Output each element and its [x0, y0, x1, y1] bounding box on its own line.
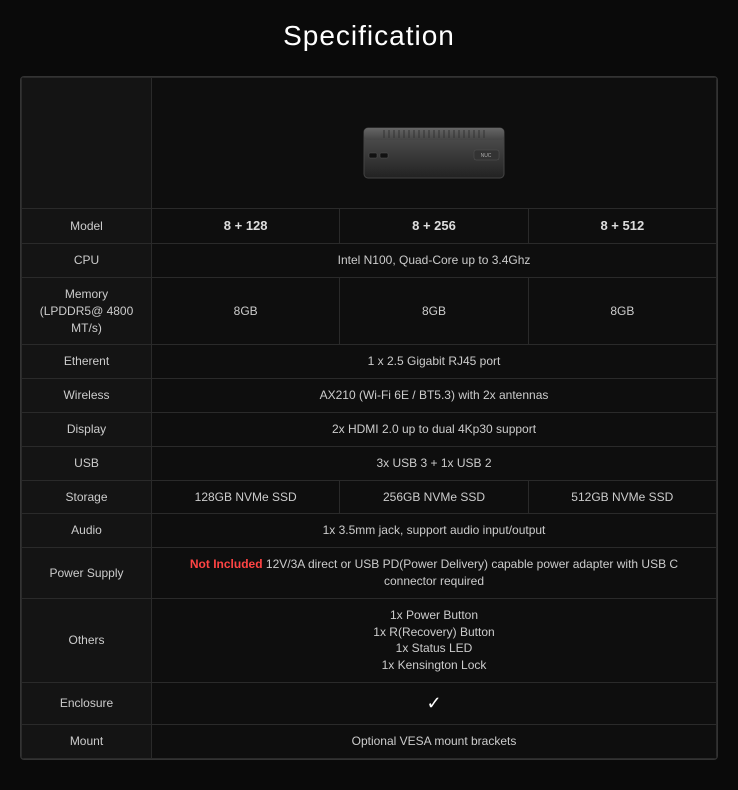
display-value: 2x HDMI 2.0 up to dual 4Kp30 support [152, 412, 717, 446]
ethernet-value: 1 x 2.5 Gigabit RJ45 port [152, 345, 717, 379]
storage-col1: 128GB NVMe SSD [152, 480, 340, 514]
image-label-cell [22, 78, 152, 209]
display-label: Display [22, 412, 152, 446]
storage-col3: 512GB NVMe SSD [528, 480, 716, 514]
page-container: Specification [0, 0, 738, 790]
power-supply-value: Not Included 12V/3A direct or USB PD(Pow… [152, 548, 717, 599]
usb-value: 3x USB 3 + 1x USB 2 [152, 446, 717, 480]
svg-text:NUC: NUC [481, 153, 492, 159]
enclosure-row: Enclosure ✓ [22, 682, 717, 724]
others-row: Others 1x Power Button 1x R(Recovery) Bu… [22, 598, 717, 682]
wireless-value: AX210 (Wi-Fi 6E / BT5.3) with 2x antenna… [152, 379, 717, 413]
memory-col1: 8GB [152, 277, 340, 344]
product-image-cell: NUC [152, 78, 717, 209]
memory-row: Memory (LPDDR5@ 4800 MT/s) 8GB 8GB 8GB [22, 277, 717, 344]
model-label: Model [22, 209, 152, 244]
mount-row: Mount Optional VESA mount brackets [22, 725, 717, 759]
power-supply-label: Power Supply [22, 548, 152, 599]
usb-row: USB 3x USB 3 + 1x USB 2 [22, 446, 717, 480]
storage-row: Storage 128GB NVMe SSD 256GB NVMe SSD 51… [22, 480, 717, 514]
mount-value: Optional VESA mount brackets [152, 725, 717, 759]
memory-col3: 8GB [528, 277, 716, 344]
product-image: NUC [334, 98, 534, 188]
cpu-label: CPU [22, 244, 152, 278]
others-value: 1x Power Button 1x R(Recovery) Button 1x… [152, 598, 717, 682]
memory-col2: 8GB [340, 277, 528, 344]
ethernet-row: Etherent 1 x 2.5 Gigabit RJ45 port [22, 345, 717, 379]
model-col2: 8 + 256 [340, 209, 528, 244]
mount-label: Mount [22, 725, 152, 759]
cpu-row: CPU Intel N100, Quad-Core up to 3.4Ghz [22, 244, 717, 278]
usb-label: USB [22, 446, 152, 480]
ethernet-label: Etherent [22, 345, 152, 379]
enclosure-value: ✓ [152, 682, 717, 724]
enclosure-checkmark: ✓ [426, 693, 441, 713]
spec-table-wrapper: NUC Model 8 + 128 8 + 256 8 + 512 CPU In… [20, 76, 718, 760]
display-row: Display 2x HDMI 2.0 up to dual 4Kp30 sup… [22, 412, 717, 446]
model-col1: 8 + 128 [152, 209, 340, 244]
page-title: Specification [20, 20, 718, 52]
image-row: NUC [22, 78, 717, 209]
power-supply-row: Power Supply Not Included 12V/3A direct … [22, 548, 717, 599]
audio-row: Audio 1x 3.5mm jack, support audio input… [22, 514, 717, 548]
others-label: Others [22, 598, 152, 682]
storage-col2: 256GB NVMe SSD [340, 480, 528, 514]
enclosure-label: Enclosure [22, 682, 152, 724]
wireless-label: Wireless [22, 379, 152, 413]
audio-value: 1x 3.5mm jack, support audio input/outpu… [152, 514, 717, 548]
wireless-row: Wireless AX210 (Wi-Fi 6E / BT5.3) with 2… [22, 379, 717, 413]
model-col3: 8 + 512 [528, 209, 716, 244]
cpu-value: Intel N100, Quad-Core up to 3.4Ghz [152, 244, 717, 278]
audio-label: Audio [22, 514, 152, 548]
spec-table: NUC Model 8 + 128 8 + 256 8 + 512 CPU In… [21, 77, 717, 759]
not-included-text: Not Included [190, 557, 263, 571]
model-row: Model 8 + 128 8 + 256 8 + 512 [22, 209, 717, 244]
power-supply-detail: 12V/3A direct or USB PD(Power Delivery) … [266, 557, 678, 588]
storage-label: Storage [22, 480, 152, 514]
memory-label: Memory (LPDDR5@ 4800 MT/s) [22, 277, 152, 344]
